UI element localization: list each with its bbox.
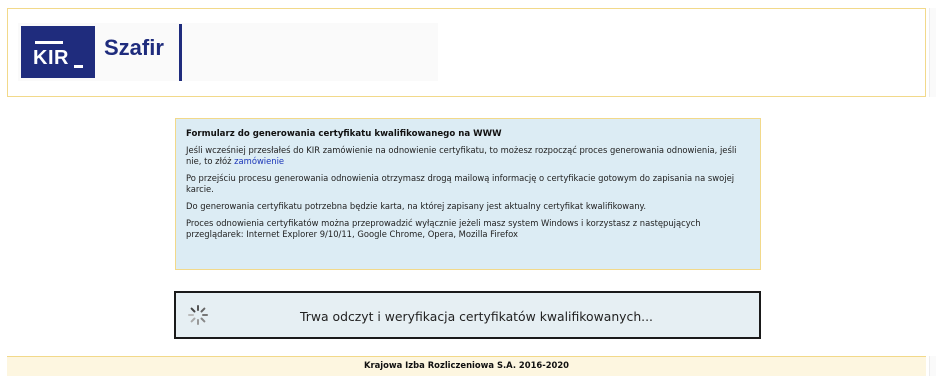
info-paragraph-browsers: Proces odnowienia certyfikatów można prz… <box>186 218 701 239</box>
scroll-gutter <box>929 8 936 97</box>
status-text: Trwa odczyt i weryfikacja certyfikatów k… <box>300 309 653 324</box>
kir-logo: KIR <box>21 26 95 78</box>
kir-logo-text: KIR <box>33 47 69 69</box>
info-title: Formularz do generowania certyfikatu kwa… <box>186 129 502 139</box>
logo-divider <box>179 24 182 81</box>
footer-copyright: Krajowa Izba Rozliczeniowa S.A. 2016-202… <box>363 360 570 370</box>
order-link[interactable]: zamówienie <box>234 156 284 166</box>
szafir-logo-text: Szafir <box>104 35 164 60</box>
status-box: Trwa odczyt i weryfikacja certyfikatów k… <box>174 291 761 339</box>
info-paragraph-order: Jeśli wcześniej przesłałeś do KIR zamówi… <box>186 145 750 167</box>
loading-spinner-icon <box>188 305 208 325</box>
page-footer: Krajowa Izba Rozliczeniowa S.A. 2016-202… <box>7 356 926 376</box>
info-paragraph-email: Po przejściu procesu generowania odnowie… <box>186 173 735 194</box>
footer-scroll-gutter <box>929 356 936 376</box>
info-paragraph-card: Do generowania certyfikatu potrzebna będ… <box>186 201 646 211</box>
info-panel: Formularz do generowania certyfikatu kwa… <box>175 118 761 270</box>
kir-logo-bar <box>35 41 63 44</box>
kir-logo-dash <box>74 65 83 68</box>
